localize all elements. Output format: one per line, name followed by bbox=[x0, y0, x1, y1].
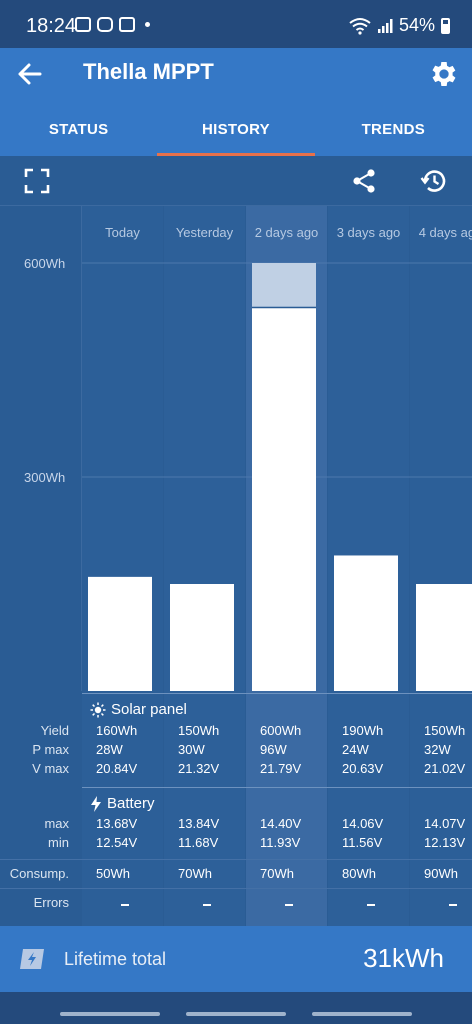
nav-back[interactable] bbox=[312, 1012, 412, 1016]
chart-bar bbox=[416, 584, 472, 691]
x-category-label: 3 days ago bbox=[337, 225, 401, 240]
signal-icon bbox=[377, 18, 393, 33]
tab-history[interactable]: HISTORY bbox=[157, 110, 315, 156]
tab-status[interactable]: STATUS bbox=[0, 110, 157, 156]
errors-none-dash bbox=[285, 904, 293, 906]
y-tick-label: 300Wh bbox=[24, 470, 65, 485]
nav-recents[interactable] bbox=[60, 1012, 160, 1016]
app-screen: 18:24 54% Thella MPPT STATUS HISTORY TRE… bbox=[0, 0, 472, 1024]
vmax-cell: 21.02V bbox=[424, 761, 466, 776]
yield-cell: 150Wh bbox=[178, 723, 220, 738]
x-category-label: Today bbox=[105, 225, 140, 240]
errors-none-dash bbox=[203, 904, 211, 906]
battery-label: Battery bbox=[107, 795, 155, 812]
history-toolbar bbox=[0, 156, 472, 206]
consumption-cell: 90Wh bbox=[424, 866, 458, 881]
bmax-cell: 14.40V bbox=[260, 816, 302, 831]
vmax-cell: 21.32V bbox=[178, 761, 220, 776]
solar-panel-label: Solar panel bbox=[111, 701, 187, 718]
chart-bar-segment bbox=[252, 263, 316, 307]
chart-bar bbox=[334, 555, 398, 691]
bmax-cell: 13.84V bbox=[178, 816, 220, 831]
lightning-icon bbox=[91, 795, 101, 812]
vmax-cell: 21.79V bbox=[260, 761, 302, 776]
consumption-cell: 80Wh bbox=[342, 866, 376, 881]
bmax-cell: 13.68V bbox=[96, 816, 138, 831]
mail-icon bbox=[119, 17, 135, 32]
solar-panel-section: Solar panel bbox=[82, 693, 472, 719]
status-right: 54% bbox=[349, 15, 450, 36]
pmax-cell: 24W bbox=[342, 742, 369, 757]
app-bar: Thella MPPT STATUS HISTORY TRENDS bbox=[0, 48, 472, 156]
errors-none-dash bbox=[449, 904, 457, 906]
consumption-cell: 70Wh bbox=[178, 866, 212, 881]
chart-bar bbox=[170, 584, 234, 691]
lifetime-total-bar: Lifetime total 31kWh bbox=[0, 926, 472, 992]
more-notifications-icon bbox=[145, 22, 150, 27]
row-divider bbox=[0, 888, 472, 889]
consumption-cell: 50Wh bbox=[96, 866, 130, 881]
share-icon[interactable] bbox=[350, 167, 378, 195]
pmax-cell: 96W bbox=[260, 742, 287, 757]
system-nav-bar bbox=[0, 992, 472, 1024]
lifetime-total-value: 31kWh bbox=[363, 943, 444, 973]
sun-icon bbox=[90, 702, 106, 717]
consumption-cell: 70Wh bbox=[260, 866, 294, 881]
page-title: Thella MPPT bbox=[83, 59, 214, 84]
nav-home[interactable] bbox=[186, 1012, 286, 1016]
history-table: Solar panel Yield P max V max Battery ma… bbox=[0, 691, 472, 926]
yield-cell: 190Wh bbox=[342, 723, 384, 738]
status-bar: 18:24 54% bbox=[0, 0, 472, 48]
pmax-cell: 28W bbox=[96, 742, 123, 757]
yield-cell: 160Wh bbox=[96, 723, 138, 738]
lifetime-total-label: Lifetime total bbox=[64, 949, 167, 969]
instagram-icon bbox=[97, 17, 113, 32]
tab-bar: STATUS HISTORY TRENDS bbox=[0, 110, 472, 156]
pmax-cell: 32W bbox=[424, 742, 451, 757]
x-category-label: Yesterday bbox=[176, 225, 234, 240]
bmax-cell: 14.06V bbox=[342, 816, 384, 831]
solar-charger-icon bbox=[20, 949, 44, 969]
vmax-label: V max bbox=[32, 761, 69, 776]
history-bar-chart: 600Wh 300Wh Today Yesterday 2 days ago 3 days… bbox=[24, 206, 472, 691]
battery-percent: 54% bbox=[398, 15, 435, 35]
vmax-cell: 20.63V bbox=[342, 761, 384, 776]
pmax-cell: 30W bbox=[178, 742, 205, 757]
arrow-left-icon[interactable] bbox=[14, 58, 46, 90]
gear-icon[interactable] bbox=[428, 58, 460, 90]
battery-icon bbox=[441, 17, 450, 34]
pmax-label: P max bbox=[32, 742, 69, 757]
status-time: 18:24 bbox=[26, 15, 77, 37]
chart-bar bbox=[88, 576, 152, 691]
bmin-cell: 12.54V bbox=[96, 835, 138, 850]
battery-section: Battery bbox=[82, 787, 472, 813]
x-category-label: 2 days ago bbox=[255, 225, 319, 240]
row-divider bbox=[0, 859, 472, 860]
x-category-label: 4 days ago bbox=[419, 225, 472, 240]
history-chart: 600Wh 300Wh Today Yesterday 2 days ago 3 days… bbox=[0, 206, 472, 691]
fullscreen-icon[interactable] bbox=[23, 167, 51, 195]
bmax-cell: 14.07V bbox=[424, 816, 466, 831]
chart-bar bbox=[252, 307, 316, 691]
notification-icons bbox=[75, 17, 150, 32]
errors-none-dash bbox=[121, 904, 129, 906]
bmin-cell: 12.13V bbox=[424, 835, 466, 850]
vmax-cell: 20.84V bbox=[96, 761, 138, 776]
tab-trends[interactable]: TRENDS bbox=[315, 110, 472, 156]
history-icon[interactable] bbox=[420, 167, 448, 195]
battery-min-label: min bbox=[48, 835, 69, 850]
battery-max-label: max bbox=[44, 816, 69, 831]
bmin-cell: 11.68V bbox=[178, 835, 219, 850]
bmin-cell: 11.56V bbox=[342, 835, 383, 850]
bmin-cell: 11.93V bbox=[260, 835, 301, 850]
yield-cell: 600Wh bbox=[260, 723, 302, 738]
wifi-icon bbox=[349, 17, 371, 35]
yield-label: Yield bbox=[40, 723, 69, 738]
y-tick-label: 600Wh bbox=[24, 256, 65, 271]
errors-label: Errors bbox=[33, 895, 69, 910]
gallery-icon bbox=[75, 17, 91, 32]
yield-cell: 150Wh bbox=[424, 723, 466, 738]
errors-none-dash bbox=[367, 904, 375, 906]
consumption-label: Consump. bbox=[9, 866, 69, 881]
